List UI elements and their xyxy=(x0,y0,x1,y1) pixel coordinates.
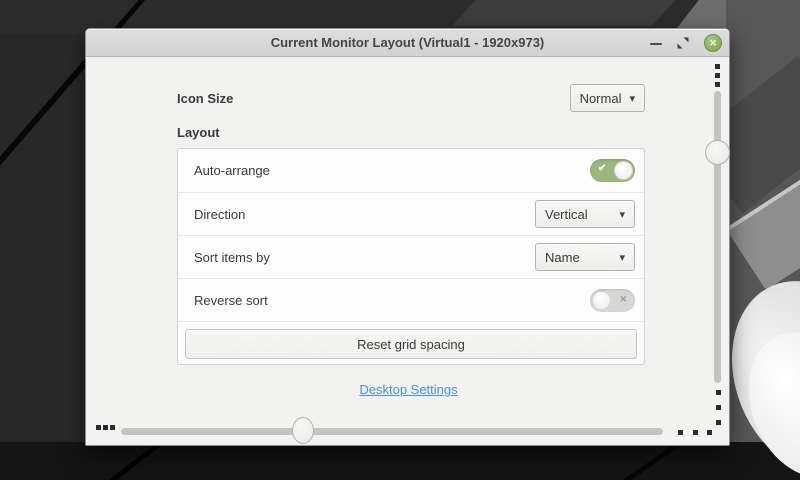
wallpaper-shape xyxy=(452,0,688,26)
restore-button[interactable] xyxy=(677,37,689,49)
grid-marker-dot xyxy=(96,425,101,430)
direction-value: Vertical xyxy=(545,207,588,222)
grid-marker-dot xyxy=(715,73,720,78)
desktop-settings-link[interactable]: Desktop Settings xyxy=(359,382,457,397)
restore-icon xyxy=(677,37,689,49)
layout-settings-list: Auto-arrange ✔ Direction Vertical ▾ Sort… xyxy=(177,148,645,365)
auto-arrange-toggle[interactable]: ✔ xyxy=(590,159,635,182)
chevron-down-icon: ▾ xyxy=(619,251,625,264)
close-icon: ✕ xyxy=(709,39,717,48)
sort-items-row: Sort items by Name ▾ xyxy=(178,235,644,278)
direction-dropdown[interactable]: Vertical ▾ xyxy=(535,200,635,228)
reset-row: Reset grid spacing xyxy=(178,321,644,365)
reverse-sort-label: Reverse sort xyxy=(194,293,268,308)
sort-items-label: Sort items by xyxy=(194,250,270,265)
x-icon: ✕ xyxy=(619,294,627,305)
vertical-grid-spacing-slider[interactable] xyxy=(714,91,721,383)
monitor-layout-window: Current Monitor Layout (Virtual1 - 1920x… xyxy=(85,28,730,446)
reset-grid-spacing-button[interactable]: Reset grid spacing xyxy=(185,329,637,359)
toggle-knob xyxy=(592,291,611,310)
check-icon: ✔ xyxy=(598,163,606,174)
icon-size-dropdown[interactable]: Normal ▾ xyxy=(570,84,645,112)
grid-marker-dot xyxy=(693,430,698,435)
titlebar[interactable]: Current Monitor Layout (Virtual1 - 1920x… xyxy=(86,29,729,57)
minimize-button[interactable] xyxy=(650,43,662,45)
reverse-sort-row: Reverse sort ✕ xyxy=(178,278,644,321)
auto-arrange-label: Auto-arrange xyxy=(194,163,270,178)
grid-marker-dot xyxy=(716,405,721,410)
icon-size-value: Normal xyxy=(580,91,622,106)
horizontal-slider-knob[interactable] xyxy=(292,417,314,444)
reverse-sort-toggle[interactable]: ✕ xyxy=(590,289,635,312)
direction-row: Direction Vertical ▾ xyxy=(178,192,644,235)
icon-size-label: Icon Size xyxy=(177,91,233,106)
horizontal-grid-spacing-slider[interactable] xyxy=(121,428,663,435)
grid-marker-dot xyxy=(716,420,721,425)
grid-marker-dot xyxy=(110,425,115,430)
toggle-knob xyxy=(614,161,633,180)
grid-marker-dot xyxy=(715,82,720,87)
close-button[interactable]: ✕ xyxy=(704,34,722,52)
grid-marker-dot xyxy=(715,64,720,69)
sort-items-value: Name xyxy=(545,250,580,265)
layout-heading: Layout xyxy=(177,125,220,140)
grid-marker-dot xyxy=(707,430,712,435)
auto-arrange-row: Auto-arrange ✔ xyxy=(178,149,644,192)
wallpaper-shape xyxy=(0,0,96,480)
chevron-down-icon: ▾ xyxy=(619,208,625,221)
reset-button-label: Reset grid spacing xyxy=(357,337,465,352)
grid-marker-dot xyxy=(678,430,683,435)
chevron-down-icon: ▾ xyxy=(629,92,635,105)
sort-items-dropdown[interactable]: Name ▾ xyxy=(535,243,635,271)
grid-marker-dot xyxy=(716,390,721,395)
direction-label: Direction xyxy=(194,207,245,222)
grid-marker-dot xyxy=(103,425,108,430)
window-title: Current Monitor Layout (Virtual1 - 1920x… xyxy=(86,35,729,50)
vertical-slider-knob[interactable] xyxy=(705,140,730,165)
